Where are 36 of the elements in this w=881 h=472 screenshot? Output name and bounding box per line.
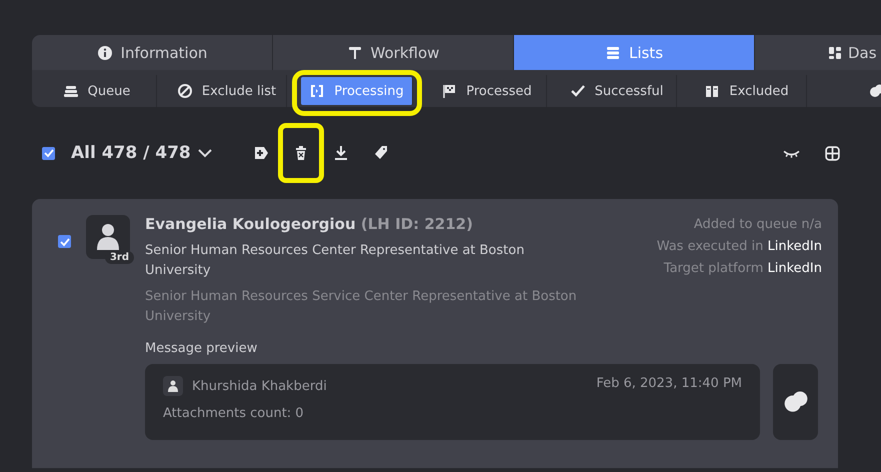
meta-text: Was executed in LinkedIn	[656, 239, 822, 254]
person-icon	[163, 376, 183, 396]
sub-tab[interactable]: Queue	[37, 75, 157, 107]
checkmark-icon	[570, 83, 586, 99]
list-cards-icon	[704, 83, 720, 99]
chevron-down-icon	[196, 148, 213, 158]
sub-tab[interactable]: Excluded	[687, 75, 807, 107]
connection-degree-badge: 3rd	[104, 251, 134, 264]
sync-icon	[309, 83, 326, 99]
grid-icon	[824, 144, 841, 162]
ban-icon	[176, 83, 193, 99]
dashboard-icon	[827, 44, 843, 60]
select-all-dropdown[interactable]: All 478 / 478	[71, 143, 213, 163]
person-icon	[96, 223, 120, 251]
lead-name: Evangelia Koulogeorgiou (LH ID: 2212)	[145, 215, 474, 233]
meta-text: Target platform LinkedIn	[662, 261, 822, 276]
checkbox[interactable]	[58, 235, 71, 248]
sub-tab[interactable]: Successful	[557, 75, 677, 107]
meta-text: Added to queue n/a	[692, 217, 822, 232]
sub-tab[interactable]: Processed	[427, 75, 547, 107]
attachments-count: Attachments count: 0	[163, 406, 305, 421]
lead-position: Senior Human Resources Service Center Representative at Boston University	[145, 288, 578, 326]
message-date: Feb 6, 2023, 11:40 PM	[596, 376, 742, 393]
sender-name: Khurshida Khakberdi	[192, 378, 327, 394]
add-tag-icon	[252, 145, 269, 161]
list-icon	[604, 44, 621, 60]
sub-tab[interactable]: Exclude list	[167, 75, 287, 107]
tag-icon	[372, 145, 389, 161]
section-label: Message preview	[145, 341, 258, 356]
download-icon	[332, 145, 349, 161]
chat-button[interactable]	[773, 364, 818, 440]
stack-icon	[62, 83, 79, 99]
checkbox[interactable]	[42, 146, 55, 160]
info-icon	[96, 44, 113, 60]
checkered-flag-icon	[441, 83, 458, 99]
lead-headline: Senior Human Resources Center Representative at Boston University	[145, 242, 526, 280]
